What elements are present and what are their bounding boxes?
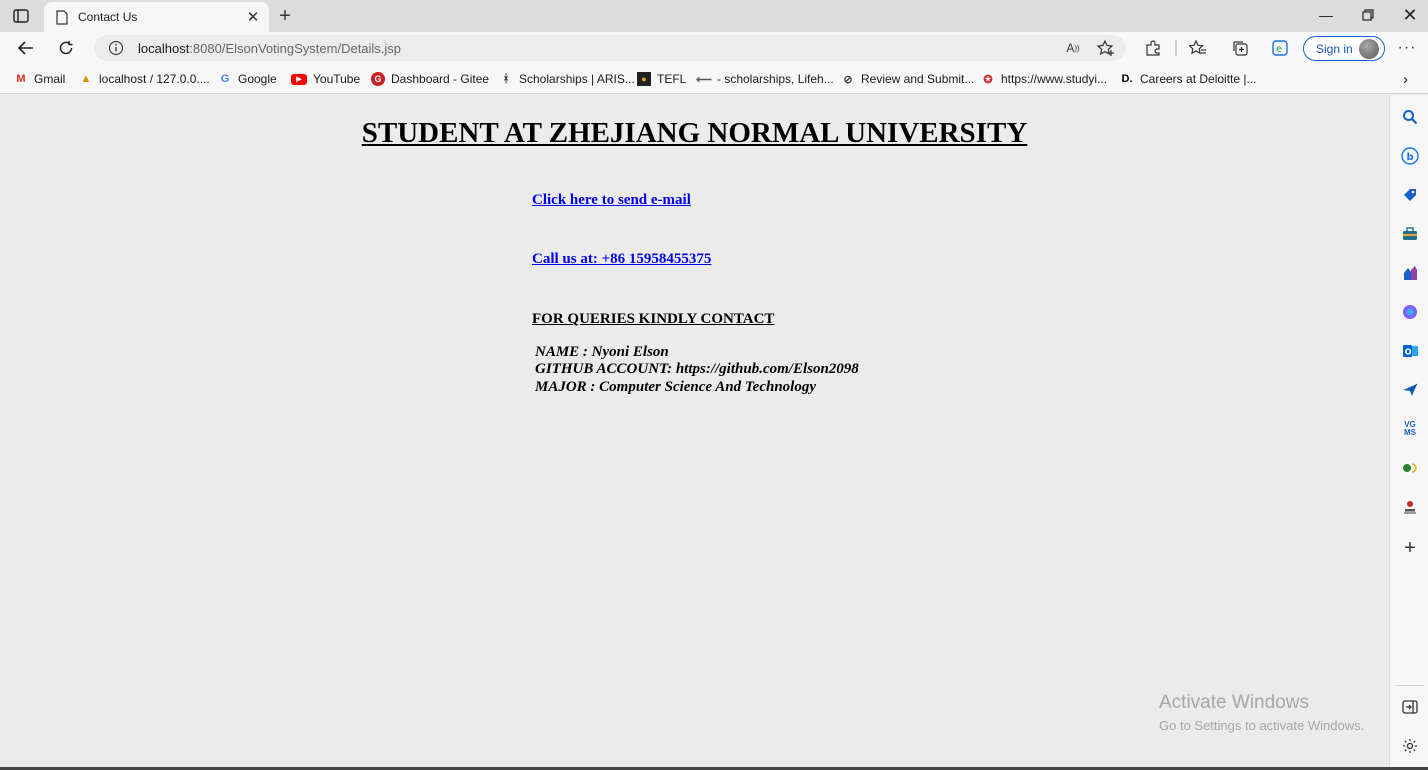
page-heading: STUDENT AT ZHEJIANG NORMAL UNIVERSITY (361, 117, 1028, 149)
back-icon[interactable] (12, 35, 40, 61)
gitee-icon: G (371, 72, 385, 86)
bookmark-tefl[interactable]: ● TEFL (637, 71, 686, 87)
extension-circles-icon[interactable] (1401, 459, 1419, 477)
tools-briefcase-icon[interactable] (1401, 225, 1419, 243)
games-icon[interactable] (1401, 264, 1419, 282)
tab-actions-icon[interactable] (10, 7, 32, 25)
add-favorite-icon[interactable] (1095, 38, 1117, 58)
search-icon[interactable] (1401, 108, 1419, 126)
bookmark-review[interactable]: ⊘ Review and Submit... (841, 71, 974, 87)
read-aloud-icon[interactable]: A)) (1062, 38, 1084, 58)
new-tab-button[interactable]: + (273, 4, 297, 28)
queries-heading: FOR QUERIES KINDLY CONTACT (532, 311, 775, 327)
page-icon (56, 9, 68, 25)
shopping-tag-icon[interactable] (1401, 186, 1419, 204)
bookmark-youtube[interactable]: ▶ YouTube (291, 71, 360, 87)
vgms-extension-icon[interactable]: VG MS (1401, 420, 1419, 438)
extensions-icon[interactable] (1142, 38, 1164, 58)
bookmarks-bar: M Gmail ▲ localhost / 127.0.0.... G Google … (0, 64, 1428, 94)
address-bar[interactable]: localhost:8080/ElsonVotingSystem/Details… (94, 35, 1126, 61)
add-sidebar-item-icon[interactable]: + (1401, 537, 1419, 559)
svg-text:e: e (1276, 44, 1282, 55)
edge-browser-essentials-icon[interactable]: e (1269, 38, 1291, 58)
microsoft-365-icon[interactable] (1401, 303, 1419, 321)
bookmarks-overflow-icon[interactable]: › (1403, 71, 1408, 88)
send-email-link[interactable]: Click here to send e-mail (532, 192, 691, 209)
favorites-icon[interactable] (1187, 38, 1209, 58)
bookmark-studyin[interactable]: ✪ https://www.studyi... (981, 71, 1107, 87)
close-tab-icon[interactable]: ✕ (241, 5, 265, 29)
bing-chat-icon[interactable]: b (1401, 147, 1419, 165)
deloitte-icon: D. (1121, 73, 1133, 85)
aris-icon: ᚼ (502, 73, 510, 85)
studyin-icon: ✪ (983, 73, 993, 86)
activate-windows-watermark: Activate Windows Go to Settings to activ… (1159, 692, 1364, 733)
tab-strip: Contact Us ✕ + — ✕ (0, 0, 1428, 32)
settings-gear-icon[interactable] (1401, 737, 1419, 755)
send-icon[interactable] (1401, 381, 1419, 399)
activate-title: Activate Windows (1159, 692, 1309, 713)
site-info-icon[interactable] (108, 40, 124, 56)
collections-icon[interactable] (1229, 38, 1251, 58)
bookmark-gitee[interactable]: G Dashboard - Gitee (371, 71, 489, 87)
bookmark-gmail[interactable]: M Gmail (14, 71, 65, 87)
page-content: STUDENT AT ZHEJIANG NORMAL UNIVERSITY Cl… (0, 95, 1389, 770)
contact-github: GITHUB ACCOUNT: https://github.com/Elson… (535, 361, 859, 377)
avatar (1358, 38, 1379, 59)
call-us-link[interactable]: Call us at: +86 15958455375 (532, 251, 711, 268)
contact-name: NAME : Nyoni Elson (535, 344, 669, 360)
sidebar-divider (1396, 685, 1424, 686)
tefl-icon: ● (637, 72, 651, 86)
address-bar-row: localhost:8080/ElsonVotingSystem/Details… (0, 32, 1428, 64)
sign-in-button[interactable]: Sign in (1303, 36, 1385, 61)
activate-subtitle: Go to Settings to activate Windows. (1159, 718, 1365, 733)
sign-in-label: Sign in (1316, 41, 1353, 56)
tab-title: Contact Us (78, 10, 138, 24)
close-window-icon[interactable]: ✕ (1388, 0, 1428, 30)
restore-icon[interactable] (1346, 0, 1390, 30)
review-icon: ⊘ (843, 73, 853, 86)
bookmark-localhost[interactable]: ▲ localhost / 127.0.0.... (79, 71, 210, 87)
youtube-icon: ▶ (291, 73, 307, 85)
minimize-icon[interactable]: — (1304, 0, 1348, 30)
toolbar-divider (1175, 40, 1177, 56)
url-text[interactable]: localhost:8080/ElsonVotingSystem/Details… (138, 41, 401, 56)
lifehack-icon: ⟵ (696, 73, 712, 86)
bookmark-deloitte[interactable]: D. Careers at Deloitte |... (1120, 71, 1257, 87)
tab-contact-us[interactable]: Contact Us ✕ (44, 2, 269, 32)
outlook-icon[interactable]: O (1401, 342, 1419, 360)
bookmark-aris[interactable]: ᚼ Scholarships | ARIS... (499, 71, 635, 87)
gmail-icon: M (16, 73, 26, 85)
hide-sidebar-icon[interactable] (1401, 698, 1419, 716)
google-icon: G (220, 73, 230, 85)
phpmyadmin-icon: ▲ (80, 73, 92, 85)
bookmark-lifehack[interactable]: ⟵ - scholarships, Lifeh... (696, 71, 834, 87)
svg-text:O: O (1405, 348, 1412, 357)
bookmark-google[interactable]: G Google (218, 71, 277, 87)
contact-major: MAJOR : Computer Science And Technology (535, 379, 816, 395)
edge-sidebar: b O VG MS + (1389, 95, 1428, 770)
person-extension-icon[interactable] (1401, 498, 1419, 516)
refresh-icon[interactable] (52, 35, 80, 61)
svg-text:b: b (1407, 152, 1414, 163)
more-menu-icon[interactable]: ··· (1396, 38, 1418, 58)
